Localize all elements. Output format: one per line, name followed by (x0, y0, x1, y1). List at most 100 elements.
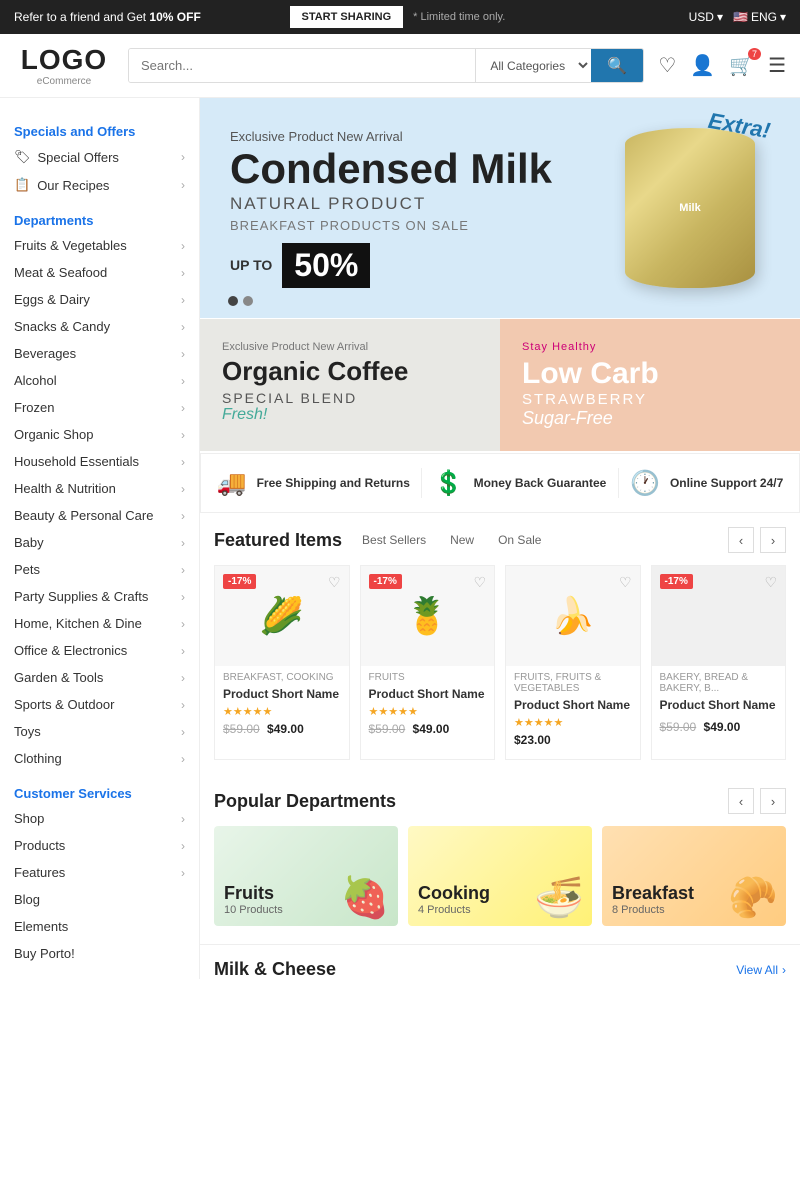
dept-emoji: 🍜 (534, 874, 584, 921)
sidebar-item-office---electronics[interactable]: Office & Electronics› (0, 637, 199, 664)
feature-shipping: 🚚 Free Shipping and Returns (217, 469, 410, 498)
category-select[interactable]: All Categories (475, 49, 591, 82)
up-to-text: UP TO (230, 257, 272, 273)
product-price: $59.00 $49.00 (215, 720, 349, 738)
milk-cheese-title: Milk & Cheese (214, 959, 336, 980)
stay-healthy: Stay Healthy (522, 341, 778, 353)
tab-on-sale[interactable]: On Sale (494, 531, 545, 549)
chevron-icon: › (181, 239, 185, 253)
featured-next-button[interactable]: › (760, 527, 786, 553)
sidebar-item-eggs---dairy[interactable]: Eggs & Dairy› (0, 286, 199, 313)
dept-card-fruits[interactable]: Fruits 10 Products 🍓 (214, 826, 398, 926)
dept-name: Fruits (224, 883, 283, 904)
top-bar: Refer to a friend and Get 10% OFF START … (0, 0, 800, 34)
dot-1[interactable] (228, 296, 238, 306)
sidebar-item-alcohol[interactable]: Alcohol› (0, 367, 199, 394)
account-icon[interactable]: 👤 (690, 53, 715, 78)
dept-name: Breakfast (612, 883, 694, 904)
sidebar-item-fruits---vegetables[interactable]: Fruits & Vegetables› (0, 232, 199, 259)
sidebar-item-household-essentials[interactable]: Household Essentials› (0, 448, 199, 475)
currency-selector[interactable]: USD ▾ (689, 10, 723, 24)
sidebar-item-buy-porto-[interactable]: Buy Porto! (0, 940, 199, 967)
language-selector[interactable]: 🇺🇸 ENG ▾ (733, 10, 786, 24)
dept-info: Cooking 4 Products (418, 883, 490, 916)
sidebar-item-frozen[interactable]: Frozen› (0, 394, 199, 421)
dept-count: 10 Products (224, 904, 283, 916)
wishlist-button[interactable]: ♡ (473, 574, 486, 591)
logo-text: LOGO (14, 44, 114, 76)
sidebar-item-baby[interactable]: Baby› (0, 529, 199, 556)
sidebar-item-blog[interactable]: Blog (0, 886, 199, 913)
depts-prev-button[interactable]: ‹ (728, 788, 754, 814)
content-area: Exclusive Product New Arrival Condensed … (200, 98, 800, 986)
sidebar-item-meat---seafood[interactable]: Meat & Seafood› (0, 259, 199, 286)
sidebar-item-organic-shop[interactable]: Organic Shop› (0, 421, 199, 448)
start-sharing-button[interactable]: START SHARING (290, 6, 404, 28)
feature-moneyback-text: Money Back Guarantee (474, 476, 607, 490)
dept-card-cooking[interactable]: Cooking 4 Products 🍜 (408, 826, 592, 926)
customer-list: Shop›Products›Features›BlogElementsBuy P… (0, 805, 199, 967)
sub-banner-organic[interactable]: Exclusive Product New Arrival Organic Co… (200, 319, 500, 451)
search-input[interactable] (129, 49, 475, 82)
sub-banner-lowcarb[interactable]: Stay Healthy Low Carb STRAWBERRY Sugar-F… (500, 319, 800, 451)
dept-emoji: 🍓 (340, 874, 390, 921)
sidebar-item-garden---tools[interactable]: Garden & Tools› (0, 664, 199, 691)
wishlist-button[interactable]: ♡ (619, 574, 632, 591)
sidebar-item-clothing[interactable]: Clothing› (0, 745, 199, 772)
depts-next-button[interactable]: › (760, 788, 786, 814)
sidebar-item-shop[interactable]: Shop› (0, 805, 199, 832)
wishlist-button[interactable]: ♡ (764, 574, 777, 591)
price-old: $59.00 (660, 720, 697, 734)
sidebar-item-our-recipes[interactable]: 📋Our Recipes › (0, 171, 199, 199)
dot-2[interactable] (243, 296, 253, 306)
tab-new[interactable]: New (446, 531, 478, 549)
low-carb-title: Low Carb (522, 357, 778, 391)
logo[interactable]: LOGO eCommerce (14, 44, 114, 87)
referral-text: Refer to a friend and Get 10% OFF (14, 10, 280, 24)
hero-sale: BREAKFAST PRODUCTS ON SALE (230, 218, 770, 233)
dept-info: Breakfast 8 Products (612, 883, 694, 916)
low-carb-sub: STRAWBERRY (522, 391, 778, 408)
sidebar-item-beverages[interactable]: Beverages› (0, 340, 199, 367)
sidebar-item-features[interactable]: Features› (0, 859, 199, 886)
sidebar-item-elements[interactable]: Elements (0, 913, 199, 940)
product-stars: ★★★★★ (361, 703, 495, 720)
chevron-icon: › (181, 536, 185, 550)
sugar-free: Sugar-Free (522, 408, 778, 429)
sidebar-item-sports---outdoor[interactable]: Sports & Outdoor› (0, 691, 199, 718)
support-icon: 🕐 (630, 469, 660, 498)
cart-icon[interactable]: 🛒 7 (729, 53, 754, 78)
product-category: BREAKFAST, COOKING (215, 666, 349, 685)
product-card: -17% 🌽 ♡ BREAKFAST, COOKING Product Shor… (214, 565, 350, 760)
chevron-icon: › (181, 671, 185, 685)
product-category: BAKERY, BREAD & BAKERY, B... (652, 666, 786, 696)
chevron-icon: › (181, 590, 185, 604)
sidebar-item-pets[interactable]: Pets› (0, 556, 199, 583)
sub-banners: Exclusive Product New Arrival Organic Co… (200, 319, 800, 451)
sidebar-item-toys[interactable]: Toys› (0, 718, 199, 745)
wishlist-button[interactable]: ♡ (328, 574, 341, 591)
limited-text: * Limited time only. (413, 11, 679, 23)
tab-best-sellers[interactable]: Best Sellers (358, 531, 430, 549)
hero-subtitle: NATURAL PRODUCT (230, 194, 770, 214)
products-row: -17% 🌽 ♡ BREAKFAST, COOKING Product Shor… (214, 565, 786, 760)
sidebar-item-products[interactable]: Products› (0, 832, 199, 859)
sidebar-item-snacks---candy[interactable]: Snacks & Candy› (0, 313, 199, 340)
sidebar-item-party-supplies---crafts[interactable]: Party Supplies & Crafts› (0, 583, 199, 610)
featured-prev-button[interactable]: ‹ (728, 527, 754, 553)
sidebar-item-health---nutrition[interactable]: Health & Nutrition› (0, 475, 199, 502)
sidebar-item-special-offers[interactable]: 🏷Special Offers › (0, 143, 199, 171)
price-old: $59.00 (223, 722, 260, 736)
view-all-link[interactable]: View All › (736, 963, 786, 977)
popular-depts-header: Popular Departments ‹ › (214, 788, 786, 814)
wishlist-icon[interactable]: ♡ (658, 53, 676, 78)
product-price: $59.00 $49.00 (652, 718, 786, 736)
menu-icon[interactable]: ☰ (768, 53, 786, 78)
product-badge: -17% (660, 574, 693, 589)
sidebar-item-beauty---personal-care[interactable]: Beauty & Personal Care› (0, 502, 199, 529)
sidebar-item-home--kitchen---dine[interactable]: Home, Kitchen & Dine› (0, 610, 199, 637)
chevron-icon: › (181, 563, 185, 577)
search-button[interactable]: 🔍 (591, 49, 643, 82)
dept-card-breakfast[interactable]: Breakfast 8 Products 🥐 (602, 826, 786, 926)
featured-section: Featured Items Best Sellers New On Sale … (200, 513, 800, 774)
